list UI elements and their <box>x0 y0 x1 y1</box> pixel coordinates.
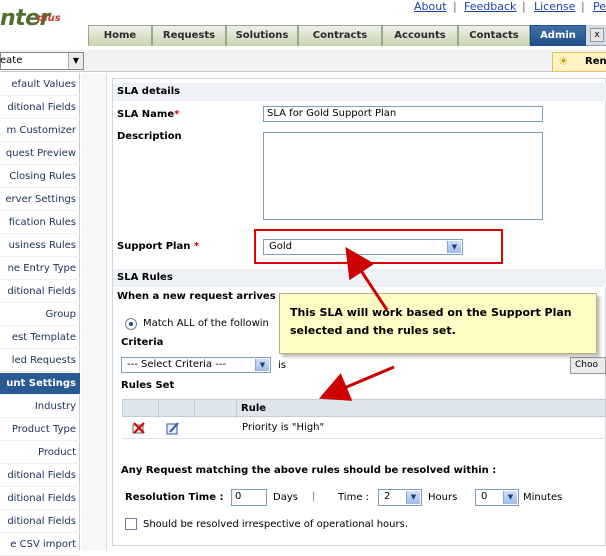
tab-home[interactable]: Home <box>88 25 152 46</box>
sla-name-input[interactable]: SLA for Gold Support Plan <box>263 106 543 122</box>
is-label: is <box>278 360 286 371</box>
irrespective-checkbox[interactable] <box>125 518 137 530</box>
delete-icon[interactable] <box>132 421 146 435</box>
choose-button[interactable]: Choo <box>570 357 606 374</box>
support-plan-highlight <box>254 229 503 264</box>
sidebar-item[interactable]: e CSV import <box>0 534 80 556</box>
admin-sidebar: efault Values ditional Fields m Customizer… <box>0 73 80 556</box>
field-separator: | <box>312 491 316 502</box>
hours-label: Hours <box>428 492 458 503</box>
description-label: Description <box>117 131 182 142</box>
time-label: Time : <box>338 492 370 503</box>
secondary-toolbar <box>0 50 606 72</box>
chevron-down-icon[interactable]: ▼ <box>255 359 269 371</box>
chevron-down-icon[interactable]: ▼ <box>68 53 83 69</box>
tab-contracts[interactable]: Contracts <box>298 25 382 46</box>
sidebar-item[interactable]: quest Preview <box>0 143 80 165</box>
minutes-select[interactable]: 0 ▼ <box>475 489 519 506</box>
criteria-select-value: --- Select Criteria --- <box>127 359 226 370</box>
reminder-icon: ☀ <box>558 54 569 68</box>
chevron-down-icon[interactable]: ▼ <box>503 491 517 504</box>
annotation-callout: This SLA will work based on the Support … <box>279 293 597 354</box>
close-icon[interactable]: x <box>590 28 604 42</box>
sidebar-item[interactable]: unt Settings <box>0 373 80 395</box>
table-row: Priority is "High" <box>122 418 606 439</box>
sidebar-item[interactable]: est Template <box>0 327 80 349</box>
rules-col-spacer <box>195 400 237 418</box>
tab-accounts[interactable]: Accounts <box>382 25 458 46</box>
irrespective-label: Should be resolved irrespective of opera… <box>143 519 408 530</box>
license-link[interactable]: License <box>534 0 575 13</box>
sidebar-item[interactable]: erver Settings <box>0 189 80 211</box>
link-separator: | <box>522 0 526 13</box>
criteria-select[interactable]: --- Select Criteria --- ▼ <box>121 357 271 373</box>
tab-admin[interactable]: Admin <box>530 25 586 46</box>
link-separator: | <box>581 0 585 13</box>
sidebar-item[interactable]: led Requests <box>0 350 80 372</box>
sidebar-item[interactable]: fication Rules <box>0 212 80 234</box>
sla-details-heading: SLA details <box>113 83 606 101</box>
support-plan-label-text: Support Plan <box>117 241 191 252</box>
resolution-time-label: Resolution Time : <box>125 492 224 503</box>
main-tab-bar: Home Requests Solutions Contracts Accoun… <box>88 25 606 46</box>
rules-col-edit <box>123 400 159 418</box>
match-all-radio[interactable] <box>125 318 137 330</box>
required-mark: * <box>193 241 200 252</box>
resolve-within-text: Any Request matching the above rules sho… <box>121 465 497 476</box>
sidebar-item[interactable]: Closing Rules <box>0 166 80 188</box>
sidebar-item[interactable]: ditional Fields <box>0 488 80 510</box>
sidebar-item[interactable]: Group <box>0 304 80 326</box>
sidebar-item[interactable]: usiness Rules <box>0 235 80 257</box>
criteria-label: Criteria <box>121 337 164 348</box>
sidebar-item[interactable]: Product Type <box>0 419 80 441</box>
rule-column-header: Rule <box>241 403 267 414</box>
sla-rules-heading: SLA Rules <box>113 269 606 287</box>
hours-select[interactable]: 2 ▼ <box>378 489 422 506</box>
sidebar-item[interactable]: efault Values <box>0 74 80 96</box>
tab-contacts[interactable]: Contacts <box>458 25 530 46</box>
link-separator: | <box>453 0 457 13</box>
rules-set-label: Rules Set <box>121 380 175 391</box>
match-all-label: Match ALL of the followin <box>143 318 269 329</box>
rules-table-header: Rule <box>122 399 606 418</box>
about-link[interactable]: About <box>414 0 447 13</box>
hours-value: 2 <box>384 491 391 502</box>
personalize-link[interactable]: Pe <box>593 0 606 13</box>
required-mark: * <box>174 109 180 120</box>
reminder-label: Ren <box>585 56 606 67</box>
sidebar-item[interactable]: Product <box>0 442 80 464</box>
top-links: About | Feedback | License | Pe <box>410 0 606 14</box>
rule-text: Priority is "High" <box>242 422 325 433</box>
description-textarea[interactable] <box>263 132 543 220</box>
chevron-down-icon[interactable]: ▼ <box>406 491 420 504</box>
sidebar-item[interactable]: Industry <box>0 396 80 418</box>
frame-divider <box>81 73 107 551</box>
sidebar-item[interactable]: ditional Fields <box>0 97 80 119</box>
days-label: Days <box>273 492 298 503</box>
support-plan-label: Support Plan * <box>117 241 199 252</box>
tab-requests[interactable]: Requests <box>152 25 226 46</box>
sidebar-item[interactable]: ne Entry Type <box>0 258 80 280</box>
sidebar-item[interactable]: ditional Fields <box>0 465 80 487</box>
minutes-value: 0 <box>481 491 488 502</box>
tab-solutions[interactable]: Solutions <box>226 25 298 46</box>
when-new-request-label: When a new request arrives <box>117 291 276 302</box>
quick-create-value: eate <box>0 55 23 66</box>
sidebar-item[interactable]: ditional Fields <box>0 281 80 303</box>
rules-col-delete <box>159 400 195 418</box>
annotation-text: This SLA will work based on the Support … <box>290 306 572 337</box>
app-logo-plus: plus <box>37 13 61 24</box>
sla-name-label: SLA Name* <box>117 109 179 120</box>
days-input[interactable]: 0 <box>231 489 267 506</box>
minutes-label: Minutes <box>523 492 563 503</box>
sla-name-label-text: SLA Name <box>117 109 175 120</box>
edit-icon[interactable] <box>166 421 180 435</box>
sidebar-item[interactable]: m Customizer <box>0 120 80 142</box>
sidebar-item[interactable]: ditional Fields <box>0 511 80 533</box>
feedback-link[interactable]: Feedback <box>464 0 516 13</box>
rules-table: Rule Priority is "High" <box>122 399 606 439</box>
